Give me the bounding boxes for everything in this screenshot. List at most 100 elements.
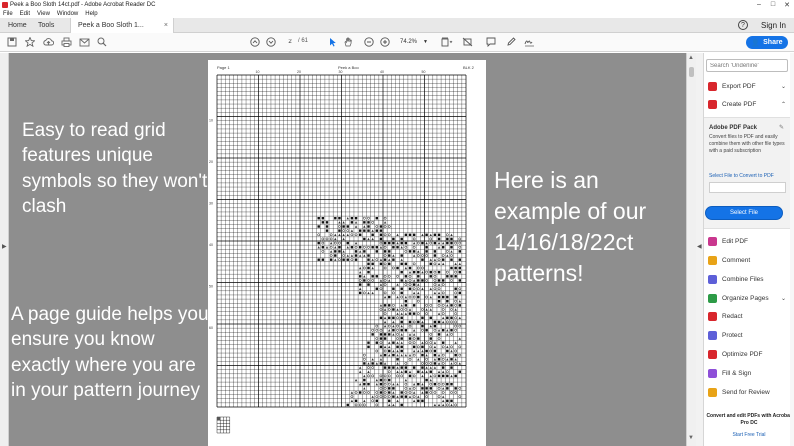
- file-select-field[interactable]: [709, 182, 786, 193]
- email-icon[interactable]: [78, 36, 90, 48]
- document-scrollbar[interactable]: ▲ ▼: [686, 53, 696, 446]
- edit-pencil-icon[interactable]: ✎: [779, 124, 784, 131]
- tools-search-input[interactable]: [706, 59, 788, 72]
- expand-left-pane-icon[interactable]: ▶: [2, 243, 7, 250]
- maximize-button[interactable]: □: [766, 0, 780, 9]
- stitch-symbol: [371, 328, 374, 332]
- next-page-icon[interactable]: [265, 36, 277, 48]
- stitch-symbol: [458, 270, 461, 274]
- stitch-symbol: [437, 304, 441, 307]
- minimize-button[interactable]: –: [752, 0, 766, 9]
- print-icon[interactable]: [60, 36, 72, 48]
- tool-combine-files[interactable]: Combine Files: [708, 273, 788, 286]
- stitch-symbol: [350, 221, 354, 224]
- select-file-convert-link[interactable]: Select File to Convert to PDF: [709, 173, 774, 179]
- menu-file[interactable]: File: [3, 11, 13, 17]
- bookmark-star-icon[interactable]: [24, 36, 36, 48]
- help-icon[interactable]: ?: [738, 20, 748, 30]
- save-icon[interactable]: [6, 36, 18, 48]
- collapse-right-pane-icon[interactable]: ◀: [697, 243, 702, 250]
- tools-pane-scrollbar[interactable]: [790, 53, 794, 446]
- pen-draw-icon[interactable]: [505, 36, 517, 48]
- menu-help[interactable]: Help: [85, 11, 97, 17]
- chevron-down-icon[interactable]: ⌄: [781, 295, 786, 302]
- stitch-symbol: [387, 370, 391, 374]
- stitch-symbol: [446, 275, 449, 278]
- zoom-dropdown[interactable]: 74.2% ▼: [397, 36, 429, 47]
- menu-edit[interactable]: Edit: [20, 11, 30, 17]
- stitch-symbol: [325, 221, 329, 224]
- chevron-down-icon[interactable]: ⌄: [781, 83, 786, 90]
- tool-export-pdf[interactable]: Export PDF ⌄: [708, 80, 788, 93]
- right-pane-collapse-strip[interactable]: ◀: [696, 53, 704, 446]
- stitch-symbol: [363, 266, 366, 270]
- share-button[interactable]: 👤 Share: [746, 36, 788, 49]
- stitch-symbol: [354, 403, 358, 407]
- tool-edit-pdf[interactable]: Edit PDF: [708, 235, 788, 248]
- stitch-symbol: [454, 349, 457, 353]
- stitch-symbol: [454, 320, 457, 324]
- zoom-in-icon[interactable]: [379, 36, 391, 48]
- stitch-symbol: [458, 395, 462, 398]
- tool-protect[interactable]: Protect: [708, 329, 788, 342]
- menu-window[interactable]: Window: [57, 11, 78, 17]
- stitch-symbol: [408, 312, 412, 315]
- stitch-symbol: [437, 382, 441, 386]
- stitch-symbol: [446, 241, 449, 245]
- page-number-input[interactable]: [283, 36, 297, 47]
- start-free-trial-link[interactable]: Start Free Trial: [704, 432, 794, 438]
- stitch-symbol: [392, 341, 395, 344]
- stitch-symbol: [392, 387, 395, 390]
- signature-icon[interactable]: [523, 36, 535, 48]
- scrollbar-thumb[interactable]: [689, 67, 694, 77]
- stitch-symbol: [454, 304, 457, 307]
- stitch-symbol: [392, 291, 395, 295]
- hand-tool-icon[interactable]: [342, 36, 354, 48]
- stitch-symbol: [442, 329, 445, 332]
- stitch-symbol: [396, 324, 399, 328]
- tool-create-pdf[interactable]: Create PDF ⌃: [708, 98, 788, 111]
- stitch-symbol: [412, 287, 416, 291]
- scroll-up-icon[interactable]: ▲: [688, 55, 694, 61]
- tool-comment[interactable]: Comment: [708, 254, 788, 267]
- stitch-symbol: [383, 221, 387, 224]
- tool-organize-pages[interactable]: Organize Pages ⌄: [708, 292, 788, 305]
- stitch-symbol: [412, 399, 416, 402]
- scroll-down-icon[interactable]: ▼: [688, 435, 694, 441]
- zoom-out-icon[interactable]: [363, 36, 375, 48]
- comment-icon[interactable]: [485, 36, 497, 48]
- stitch-symbol: [387, 382, 391, 386]
- stitch-symbol: [383, 308, 387, 311]
- stitch-symbol: [388, 250, 391, 253]
- tab-home[interactable]: Home: [8, 18, 27, 33]
- tab-document[interactable]: Peek a Boo Sloth 1... ×: [70, 18, 174, 33]
- prev-page-icon[interactable]: [249, 36, 261, 48]
- stitch-symbol: [429, 370, 432, 373]
- close-window-button[interactable]: ✕: [780, 0, 794, 9]
- tool-redact[interactable]: Redact: [708, 310, 788, 323]
- column-label: 20: [297, 70, 301, 74]
- stitch-symbol: [408, 395, 412, 398]
- stitch-symbol: [412, 345, 416, 349]
- tool-optimize-pdf[interactable]: Optimize PDF: [708, 348, 788, 361]
- stitch-symbol: [392, 349, 395, 353]
- search-icon[interactable]: [96, 36, 108, 48]
- stitch-symbol: [421, 279, 424, 282]
- scroll-mode-icon[interactable]: [461, 36, 473, 48]
- tab-close-icon[interactable]: ×: [164, 22, 168, 29]
- left-navigation-strip[interactable]: ▶: [0, 53, 9, 446]
- tab-tools[interactable]: Tools: [38, 18, 54, 33]
- select-cursor-icon[interactable]: [326, 36, 338, 48]
- tool-fill-sign[interactable]: Fill & Sign: [708, 367, 788, 380]
- stitch-symbol: [383, 316, 387, 319]
- stitch-symbol: [437, 387, 441, 390]
- page-layout-icon[interactable]: [441, 36, 453, 48]
- stitch-symbol: [454, 262, 457, 266]
- sign-in-button[interactable]: Sign In: [761, 19, 786, 31]
- chevron-up-icon[interactable]: ⌃: [781, 101, 786, 108]
- select-file-button[interactable]: Select File: [705, 206, 783, 220]
- upload-cloud-icon[interactable]: [42, 36, 54, 48]
- menu-view[interactable]: View: [37, 11, 50, 17]
- stitch-symbol: [334, 254, 337, 257]
- tool-send-review[interactable]: Send for Review: [708, 386, 788, 399]
